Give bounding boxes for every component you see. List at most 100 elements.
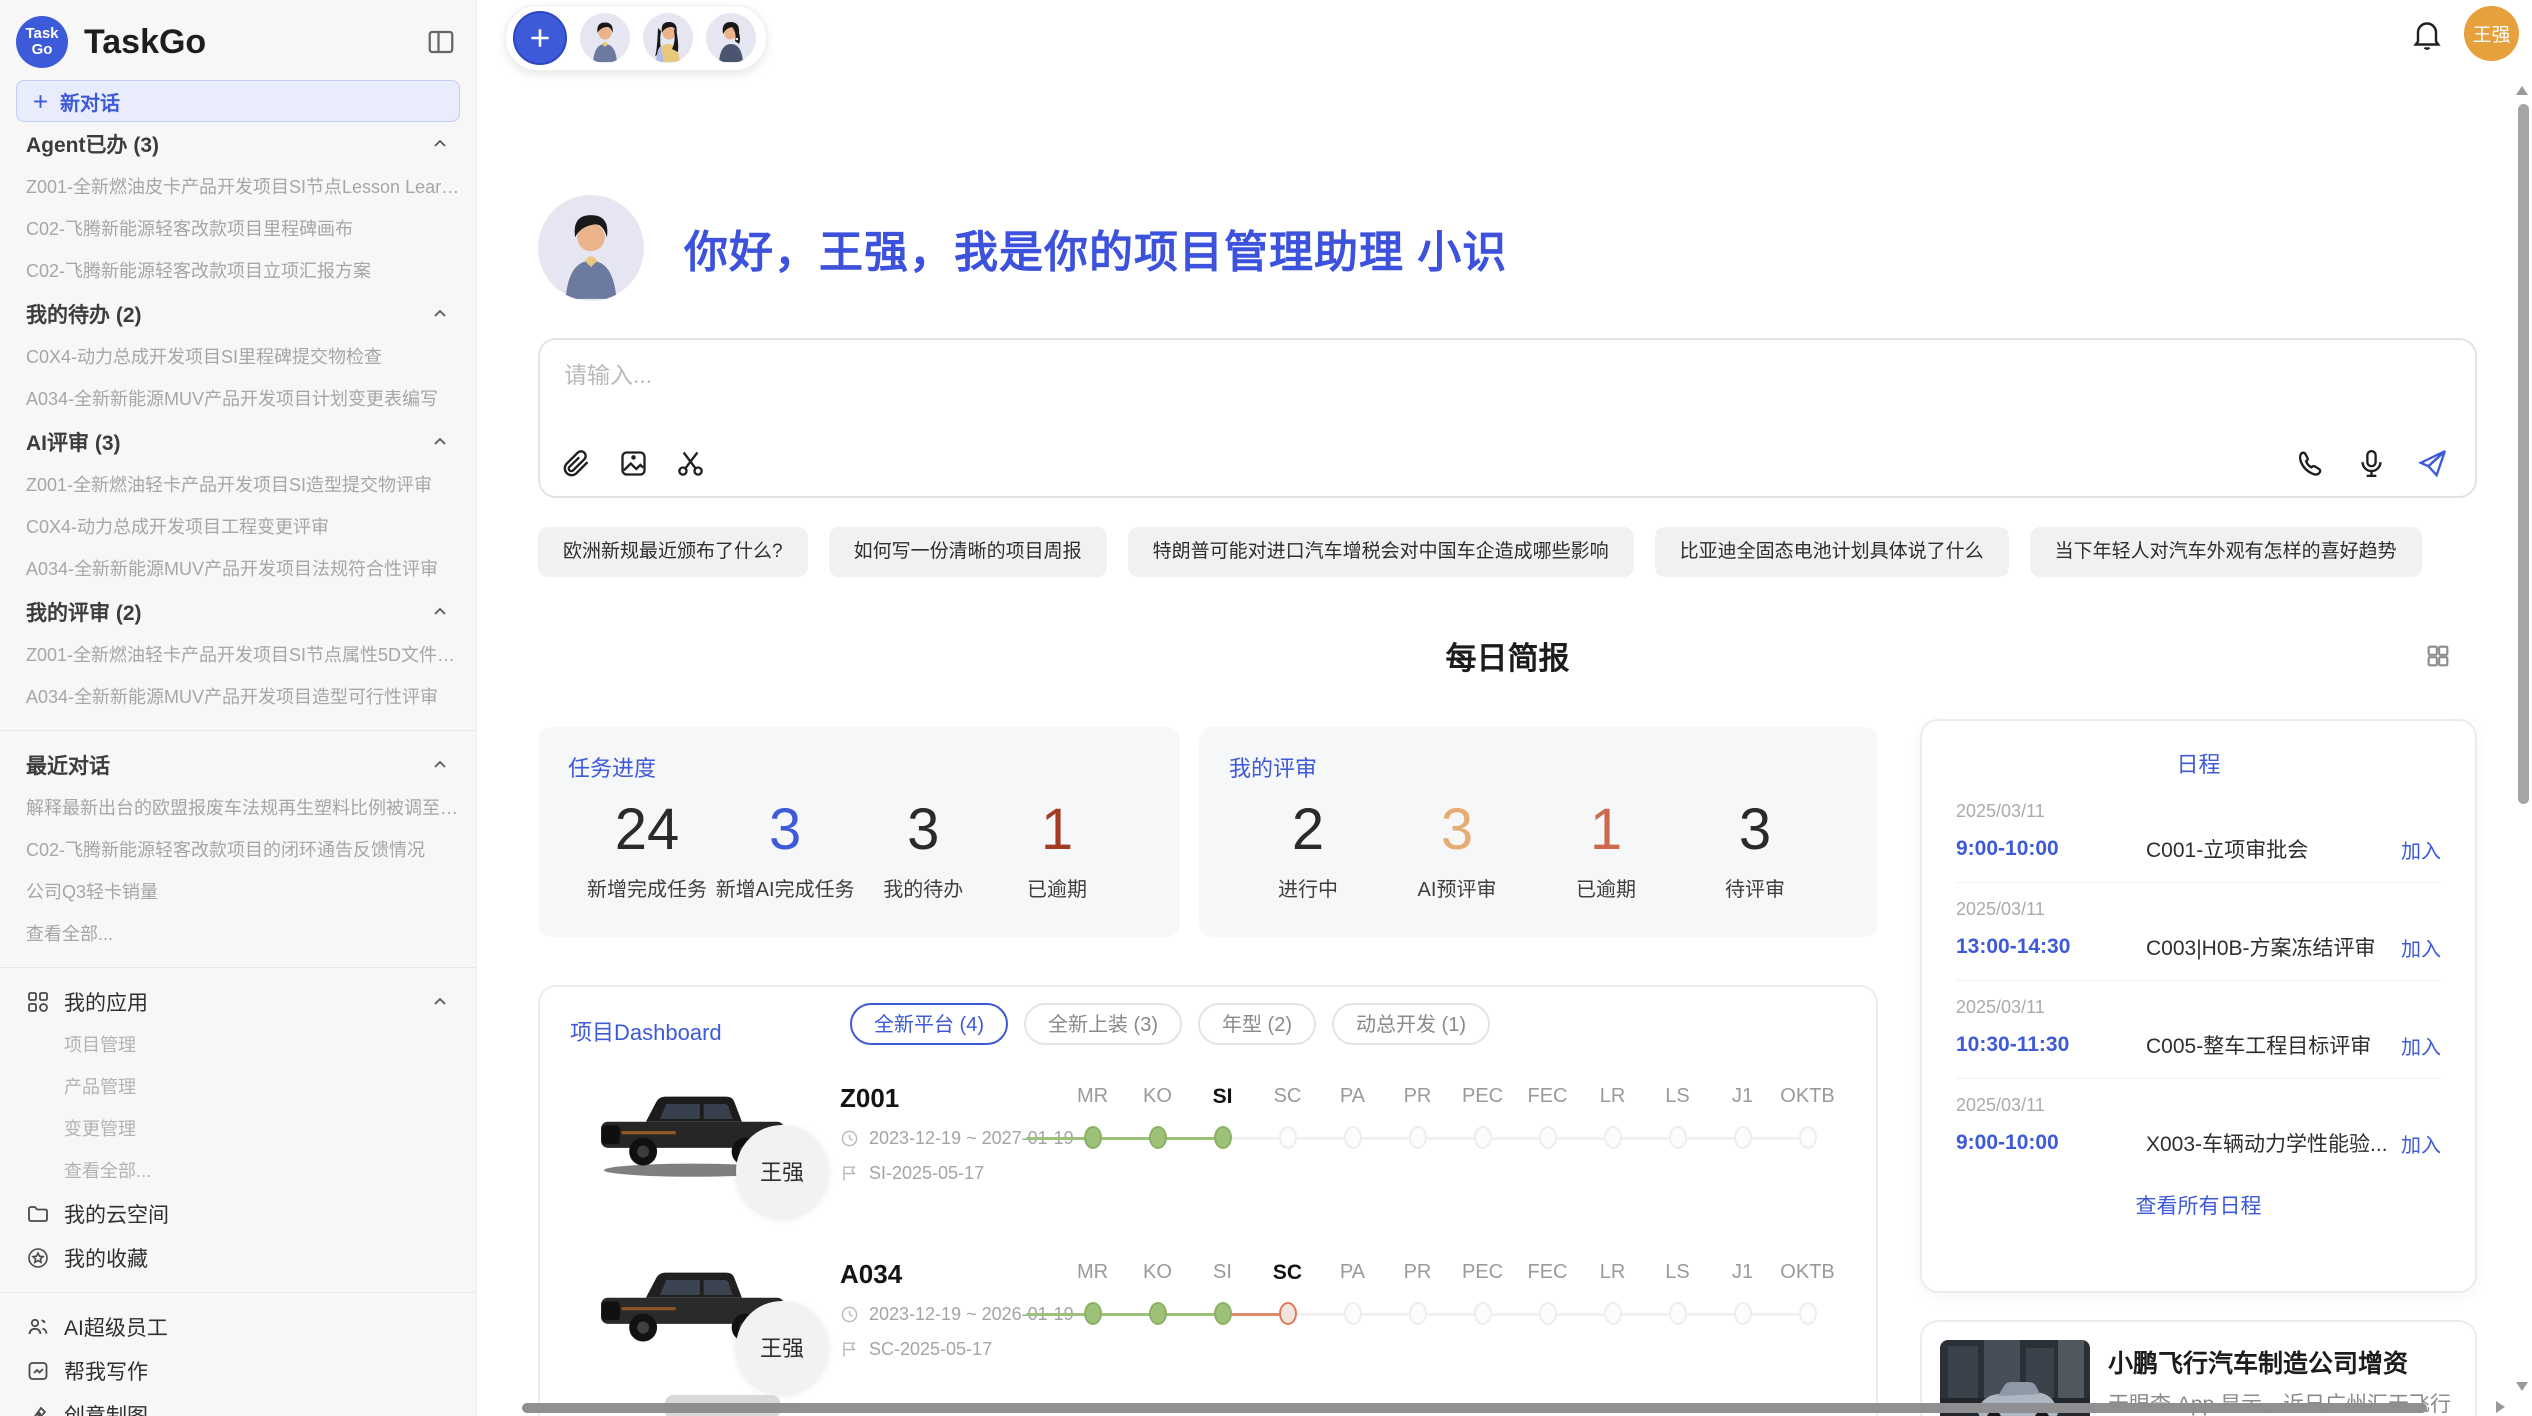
- sidebar-item-product-mgmt[interactable]: 产品管理: [0, 1066, 476, 1108]
- join-link[interactable]: 加入: [2401, 835, 2441, 864]
- scrollbar-right-arrow[interactable]: [2496, 1401, 2505, 1413]
- sidebar-item-cloud-space[interactable]: 我的云空间: [0, 1192, 476, 1236]
- scrollbar-down-arrow[interactable]: [2516, 1382, 2528, 1391]
- milestone: OKTB: [1775, 1085, 1840, 1149]
- news-card[interactable]: 小鹏飞行汽车制造公司增资 天眼查 App 显示，近日广州汇天飞行汽: [1920, 1320, 2477, 1416]
- clock-icon: [840, 1129, 859, 1148]
- list-item[interactable]: 公司Q3轻卡销量: [0, 871, 476, 913]
- layout-grid-icon[interactable]: [2424, 642, 2452, 670]
- project-info: A034 2023-12-19 ~ 2026-01-19 SC-2025-05-…: [840, 1259, 1074, 1360]
- chat-input[interactable]: [562, 354, 2166, 428]
- project-code[interactable]: A034: [840, 1259, 1074, 1290]
- join-link[interactable]: 加入: [2401, 1129, 2441, 1158]
- section-ai-review[interactable]: AI评审 (3): [0, 420, 476, 464]
- section-title: Agent已办 (3): [26, 129, 159, 159]
- milestone: PR: [1385, 1085, 1450, 1149]
- suggestion-chip[interactable]: 欧洲新规最近颁布了什么?: [538, 527, 808, 577]
- card-title[interactable]: 任务进度: [568, 751, 1136, 783]
- list-item[interactable]: Z001-全新燃油轻卡产品开发项目SI节点属性5D文件评审: [0, 634, 476, 676]
- section-title: 我的评审 (2): [26, 597, 142, 627]
- section-agent-done[interactable]: Agent已办 (3): [0, 122, 476, 166]
- sidebar-item-my-apps[interactable]: 我的应用: [0, 980, 476, 1024]
- section-my-review[interactable]: 我的评审 (2): [0, 590, 476, 634]
- new-chat-label: 新对话: [60, 87, 120, 116]
- view-all-schedule-link[interactable]: 查看所有日程: [1922, 1190, 2475, 1220]
- section-title: 我的待办 (2): [26, 299, 142, 329]
- user-avatar[interactable]: 王强: [2464, 6, 2519, 61]
- send-icon[interactable]: [2416, 447, 2449, 480]
- milestone: LR: [1580, 1261, 1645, 1325]
- stat-in-progress: 2 进行中: [1243, 793, 1373, 902]
- scissors-icon[interactable]: [674, 447, 707, 480]
- daily-briefing-title: 每日简报: [538, 633, 2477, 678]
- project-code[interactable]: Z001: [840, 1083, 1074, 1114]
- list-item[interactable]: C0X4-动力总成开发项目工程变更评审: [0, 506, 476, 548]
- list-item[interactable]: Z001-全新燃油轻卡产品开发项目SI造型提交物评审: [0, 464, 476, 506]
- avatar[interactable]: [706, 13, 756, 63]
- sidebar-collapse-icon[interactable]: [426, 27, 456, 57]
- sidebar-item-label: 创意制图: [64, 1400, 148, 1416]
- logo-line-bottom: Go: [32, 42, 53, 58]
- join-link[interactable]: 加入: [2401, 1031, 2441, 1060]
- section-recent-chats[interactable]: 最近对话: [0, 743, 476, 787]
- list-item[interactable]: A034-全新新能源MUV产品开发项目计划变更表编写: [0, 378, 476, 420]
- app-screen: Task Go TaskGo 新对话 Agent已办 (3) Z001-全新燃油…: [0, 0, 2532, 1416]
- stat-pending-review: 3 待评审: [1690, 793, 1820, 902]
- avatar[interactable]: [580, 13, 630, 63]
- list-item[interactable]: C0X4-动力总成开发项目SI里程碑提交物检查: [0, 336, 476, 378]
- stat-my-todo: 3 我的待办: [858, 793, 988, 902]
- attachment-icon[interactable]: [560, 447, 593, 480]
- suggestion-chip[interactable]: 如何写一份清晰的项目周报: [829, 527, 1107, 577]
- list-item[interactable]: C02-飞腾新能源轻客改款项目的闭环通告反馈情况: [0, 829, 476, 871]
- image-icon[interactable]: [617, 447, 650, 480]
- join-link[interactable]: 加入: [2401, 933, 2441, 962]
- task-progress-card: 任务进度 24 新增完成任务 3 新增AI完成任务 3 我的待办 1 已逾期: [538, 727, 1180, 937]
- horizontal-scrollbar[interactable]: [522, 1403, 2427, 1413]
- add-agent-button[interactable]: [513, 11, 567, 65]
- tab-new-platform[interactable]: 全新平台 (4): [850, 1003, 1008, 1045]
- view-all-link[interactable]: 查看全部...: [0, 1150, 476, 1192]
- avatar[interactable]: [643, 13, 693, 63]
- card-title[interactable]: 我的评审: [1229, 751, 1834, 783]
- project-row[interactable]: 王强 A034 2023-12-19 ~ 2026-01-19 SC-2025-…: [540, 1249, 1880, 1409]
- list-item[interactable]: C02-飞腾新能源轻客改款项目里程碑画布: [0, 208, 476, 250]
- star-badge-icon: [26, 1246, 50, 1270]
- sidebar-item-help-write[interactable]: 帮我写作: [0, 1349, 476, 1393]
- scrollbar-up-arrow[interactable]: [2516, 86, 2528, 95]
- sidebar-item-ai-super-staff[interactable]: AI超级员工: [0, 1305, 476, 1349]
- suggestion-chip[interactable]: 比亚迪全固态电池计划具体说了什么: [1655, 527, 2009, 577]
- milestone-current: SI: [1190, 1085, 1255, 1149]
- milestone: LR: [1580, 1085, 1645, 1149]
- notification-bell-icon[interactable]: [2409, 16, 2445, 52]
- sidebar-item-favorites[interactable]: 我的收藏: [0, 1236, 476, 1280]
- view-all-link[interactable]: 查看全部...: [0, 913, 476, 955]
- list-item[interactable]: 解释最新出台的欧盟报废车法规再生塑料比例被调至15%...: [0, 787, 476, 829]
- sidebar-item-project-mgmt[interactable]: 项目管理: [0, 1024, 476, 1066]
- dashboard-title[interactable]: 项目Dashboard: [570, 1015, 722, 1047]
- plus-icon: [31, 92, 50, 111]
- section-my-todo[interactable]: 我的待办 (2): [0, 292, 476, 336]
- sidebar-item-label: 帮我写作: [64, 1356, 148, 1386]
- microphone-icon[interactable]: [2355, 447, 2388, 480]
- greeting-text: 你好，王强，我是你的项目管理助理 小识: [684, 216, 1507, 280]
- milestone: KO: [1125, 1085, 1190, 1149]
- milestone: SI: [1190, 1261, 1255, 1325]
- tab-new-body[interactable]: 全新上装 (3): [1024, 1003, 1182, 1045]
- schedule-item-title: X003-车辆动力学性能验...: [2146, 1128, 2401, 1158]
- new-chat-button[interactable]: 新对话: [16, 80, 460, 122]
- suggestion-chip[interactable]: 当下年轻人对汽车外观有怎样的喜好趋势: [2030, 527, 2422, 577]
- list-item[interactable]: A034-全新新能源MUV产品开发项目造型可行性评审: [0, 676, 476, 718]
- vertical-scrollbar[interactable]: [2518, 104, 2529, 804]
- sidebar-item-change-mgmt[interactable]: 变更管理: [0, 1108, 476, 1150]
- phone-icon[interactable]: [2294, 447, 2327, 480]
- tab-powertrain[interactable]: 动总开发 (1): [1332, 1003, 1490, 1045]
- list-item[interactable]: Z001-全新燃油皮卡产品开发项目SI节点Lesson Learn报告: [0, 166, 476, 208]
- milestone: LS: [1645, 1261, 1710, 1325]
- suggestion-chip[interactable]: 特朗普可能对进口汽车增税会对中国车企造成哪些影响: [1128, 527, 1634, 577]
- list-item[interactable]: C02-飞腾新能源轻客改款项目立项汇报方案: [0, 250, 476, 292]
- list-item[interactable]: A034-全新新能源MUV产品开发项目法规符合性评审: [0, 548, 476, 590]
- my-review-card: 我的评审 2 进行中 3 AI预评审 1 已逾期 3 待评审: [1199, 727, 1878, 937]
- sidebar-item-creative-draw[interactable]: 创意制图: [0, 1393, 476, 1416]
- project-row[interactable]: 王强 Z001 2023-12-19 ~ 2027-01-19 SI-2025-…: [540, 1073, 1880, 1233]
- tab-year-model[interactable]: 年型 (2): [1198, 1003, 1316, 1045]
